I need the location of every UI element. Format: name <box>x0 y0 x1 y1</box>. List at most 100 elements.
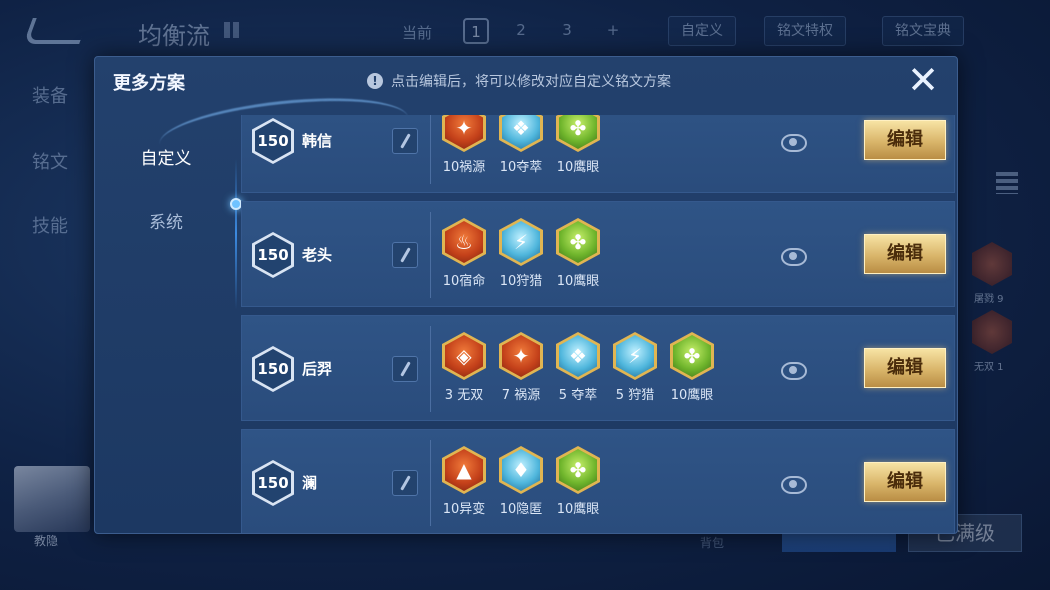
rune-icon: ◈ <box>442 332 486 380</box>
divider <box>430 115 431 184</box>
rune-icon: ✤ <box>556 218 600 266</box>
rune-icon: ⚡ <box>613 332 657 380</box>
rename-pencil-icon[interactable] <box>392 128 418 154</box>
info-icon: ! <box>367 73 383 89</box>
rune-glyph: ✦ <box>445 115 483 149</box>
rune-label: 10夺萃 <box>499 160 543 175</box>
eye-icon[interactable] <box>781 129 807 153</box>
current-label: 当前 <box>402 24 433 42</box>
edit-button[interactable]: 编辑 <box>864 462 946 502</box>
level-badge: 150 <box>252 460 294 506</box>
page-tab-2[interactable]: 2 <box>508 18 534 44</box>
side-skills[interactable]: 技能 <box>32 212 68 238</box>
rune-item[interactable]: ✤ 10鹰眼 <box>550 446 606 517</box>
rune-item[interactable]: ✦ 10祸源 <box>436 115 492 175</box>
close-button[interactable]: ✕ <box>905 61 941 99</box>
rename-pencil-icon[interactable] <box>392 470 418 496</box>
rune-item[interactable]: ✤ 10鹰眼 <box>550 115 606 175</box>
rune-label: 10狩猎 <box>499 274 543 289</box>
rune-label: 10异变 <box>442 502 486 517</box>
rune-item[interactable]: ❖ 10夺萃 <box>493 115 549 175</box>
modal-header: 更多方案 ! 点击编辑后，将可以修改对应自定义铭文方案 ✕ <box>95 57 957 103</box>
hero-name: 韩信 <box>302 132 333 150</box>
rune-glyph: ✤ <box>673 335 711 377</box>
rune-icon: ⚡ <box>499 218 543 266</box>
level-value: 150 <box>255 349 291 389</box>
rune-item[interactable]: ♦ 10隐匿 <box>493 446 549 517</box>
rune-glyph: ♦ <box>502 449 540 491</box>
modal-title: 更多方案 <box>113 73 185 94</box>
rune-glyph: ▲ <box>445 449 483 491</box>
level-value: 150 <box>255 121 291 161</box>
rune-icon: ▲ <box>442 446 486 494</box>
rune-glyph: ✤ <box>559 221 597 263</box>
eye-icon[interactable] <box>781 243 807 267</box>
rune-label: 10祸源 <box>442 160 486 175</box>
side-equipment[interactable]: 装备 <box>32 82 68 108</box>
rune-glyph: ♨ <box>445 221 483 263</box>
rune-slot-icon <box>972 310 1012 354</box>
eye-icon[interactable] <box>781 357 807 381</box>
rune-icon: ❖ <box>556 332 600 380</box>
list-icon[interactable] <box>996 172 1018 194</box>
rune-icon: ✤ <box>670 332 714 380</box>
edit-button[interactable]: 编辑 <box>864 348 946 388</box>
notice: ! 点击编辑后，将可以修改对应自定义铭文方案 <box>367 71 671 91</box>
hero-avatar[interactable] <box>14 466 90 532</box>
rune-icon: ❖ <box>499 115 543 152</box>
more-schemes-modal: 更多方案 ! 点击编辑后，将可以修改对应自定义铭文方案 ✕ 自定义 系统 150… <box>94 56 958 534</box>
tab-custom[interactable]: 自定义 <box>95 139 237 179</box>
edit-button[interactable]: 编辑 <box>864 234 946 274</box>
rune-slot-label: 无双 1 <box>974 362 1004 373</box>
rune-label: 10鹰眼 <box>556 160 600 175</box>
rune-slot-icon <box>972 242 1012 286</box>
page-tab-3[interactable]: 3 <box>554 18 580 44</box>
scheme-list[interactable]: 150 韩信 ✦ 10祸源 ❖ 10夺萃 ✤ 10鹰眼 编辑 150 老头 ♨ 10宿… <box>241 115 957 533</box>
side-runes[interactable]: 铭文 <box>32 148 68 174</box>
rune-item[interactable]: ▲ 10异变 <box>436 446 492 517</box>
level-value: 150 <box>255 463 291 503</box>
rune-privilege-button[interactable]: 铭文特权 <box>764 16 846 46</box>
scheme-row: 150 后羿 ◈ 3 无双 ✦ 7 祸源 ❖ 5 夺萃 ⚡ 5 狩猎 ✤ 10鹰眼 <box>241 315 955 421</box>
rune-item[interactable]: ✦ 7 祸源 <box>493 332 549 403</box>
rune-guide-button[interactable]: 铭文宝典 <box>882 16 964 46</box>
rune-item[interactable]: ◈ 3 无双 <box>436 332 492 403</box>
level-badge: 150 <box>252 118 294 164</box>
rune-label: 10隐匿 <box>499 502 543 517</box>
hero-name: 老头 <box>302 246 333 264</box>
rune-slot-label: 屠戮 9 <box>974 294 1004 305</box>
scheme-row: 150 澜 ▲ 10异变 ♦ 10隐匿 ✤ 10鹰眼 编辑 <box>241 429 955 533</box>
tab-system[interactable]: 系统 <box>95 203 237 243</box>
rune-label: 3 无双 <box>444 388 484 403</box>
grid-icon[interactable] <box>224 22 240 38</box>
rune-icon: ♦ <box>499 446 543 494</box>
rune-label: 10鹰眼 <box>670 388 714 403</box>
scheme-row: 150 老头 ♨ 10宿命 ⚡ 10狩猎 ✤ 10鹰眼 编辑 <box>241 201 955 307</box>
edit-button[interactable]: 编辑 <box>864 120 946 160</box>
rune-item[interactable]: ⚡ 10狩猎 <box>493 218 549 289</box>
rune-item[interactable]: ❖ 5 夺萃 <box>550 332 606 403</box>
level-badge: 150 <box>252 346 294 392</box>
rune-icon: ✤ <box>556 115 600 152</box>
rune-item[interactable]: ✤ 10鹰眼 <box>550 218 606 289</box>
back-arrow-icon[interactable] <box>23 18 89 44</box>
rune-item[interactable]: ♨ 10宿命 <box>436 218 492 289</box>
rune-glyph: ❖ <box>502 115 540 149</box>
rune-item[interactable]: ⚡ 5 狩猎 <box>607 332 663 403</box>
tab-indicator-line <box>235 159 237 309</box>
eye-icon[interactable] <box>781 471 807 495</box>
rune-label: 7 祸源 <box>501 388 541 403</box>
rune-item[interactable]: ✤ 10鹰眼 <box>664 332 720 403</box>
rune-glyph: ◈ <box>445 335 483 377</box>
rename-pencil-icon[interactable] <box>392 242 418 268</box>
divider <box>430 440 431 526</box>
level-badge: 150 <box>252 232 294 278</box>
rune-glyph: ⚡ <box>616 335 654 377</box>
rune-icon: ✤ <box>556 446 600 494</box>
custom-button[interactable]: 自定义 <box>668 16 736 46</box>
rename-pencil-icon[interactable] <box>392 356 418 382</box>
add-page-button[interactable]: + <box>600 18 626 44</box>
rune-icon: ✦ <box>442 115 486 152</box>
rune-glyph: ✦ <box>502 335 540 377</box>
page-tab-1[interactable]: 1 <box>463 18 489 44</box>
